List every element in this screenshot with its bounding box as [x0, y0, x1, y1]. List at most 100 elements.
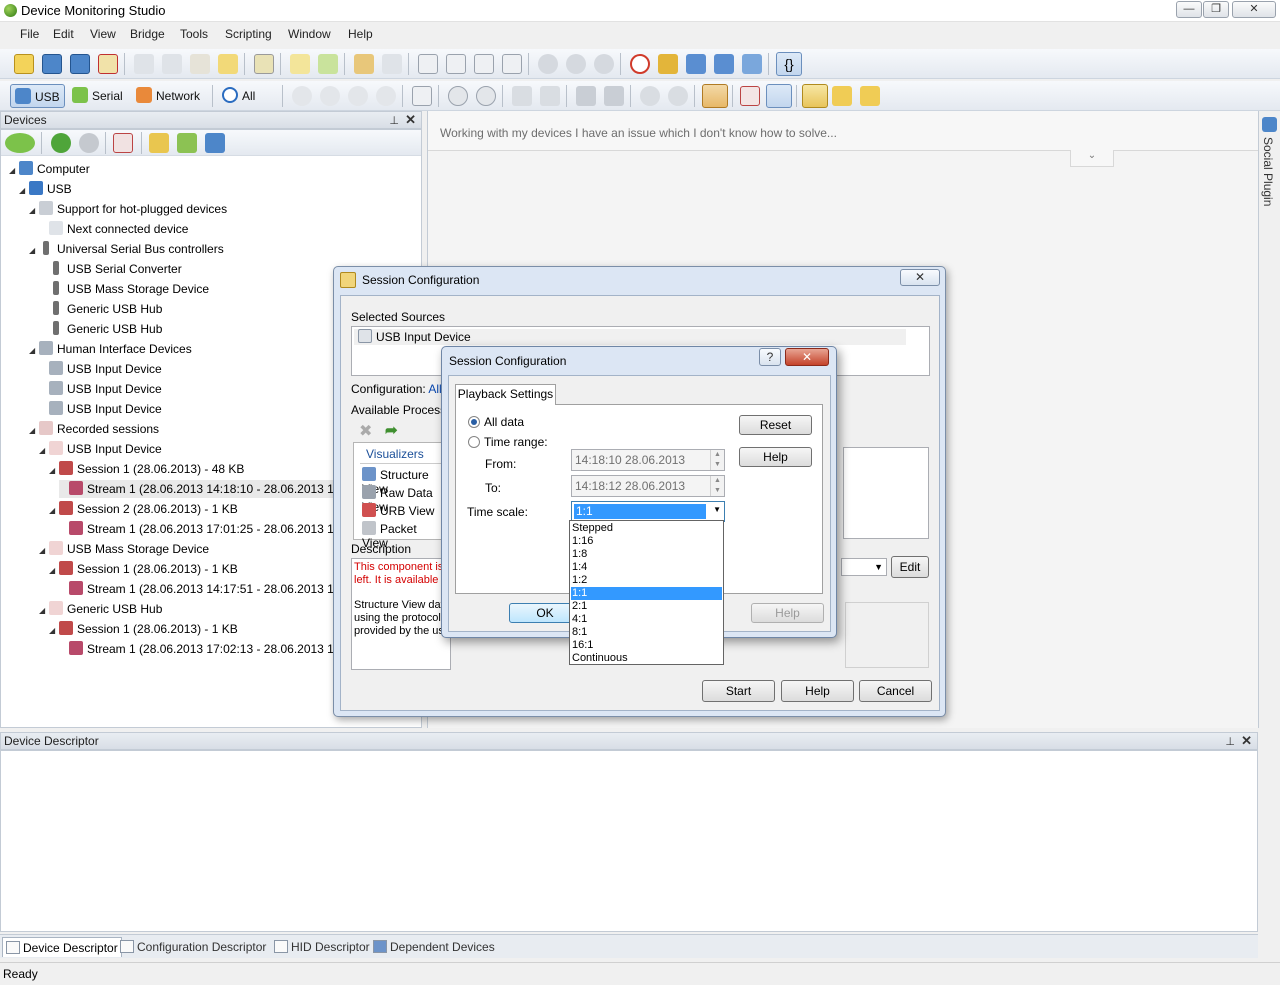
page-icon[interactable]	[474, 54, 494, 74]
time-scale-option[interactable]: 4:1	[571, 613, 722, 626]
tree-node[interactable]: ◢ Support for hot-plugged devices	[29, 200, 227, 218]
tree-node[interactable]: USB Input Device	[39, 380, 162, 398]
tree-node[interactable]: ◢ Session 1 (28.06.2013) - 1 KB	[49, 620, 238, 638]
expand-arrow-icon[interactable]: ◢	[49, 502, 59, 520]
help-button[interactable]: Help	[739, 447, 812, 467]
from-spinner[interactable]: ▲ ▼	[710, 450, 724, 470]
signal-icon[interactable]	[702, 84, 728, 108]
time-scale-option[interactable]: 1:2	[571, 574, 722, 587]
remove-icon[interactable]: ✖	[359, 421, 372, 441]
tree-node[interactable]: ◢ USB Input Device	[39, 440, 162, 458]
window-icon[interactable]	[714, 54, 734, 74]
menu-window[interactable]: Window	[288, 27, 331, 41]
network-node-icon[interactable]	[292, 86, 312, 106]
chevron-down-icon[interactable]: ⌄	[1070, 150, 1114, 167]
tab-playback-settings[interactable]: Playback Settings	[455, 384, 556, 405]
all-data-radio[interactable]: All data	[468, 415, 524, 429]
tree-node[interactable]: USB Serial Converter	[39, 260, 182, 278]
play-icon[interactable]	[538, 54, 558, 74]
expand-arrow-icon[interactable]: ◢	[39, 602, 49, 620]
page-icon[interactable]	[446, 54, 466, 74]
grid-icon[interactable]	[604, 86, 624, 106]
help-button-disabled[interactable]: Help	[751, 603, 824, 623]
back-icon[interactable]	[448, 86, 468, 106]
close-session-icon[interactable]	[98, 54, 118, 74]
to-field[interactable]: 14:18:12 28.06.2013 ▲ ▼	[571, 475, 725, 497]
page-icon[interactable]	[502, 54, 522, 74]
tree-node[interactable]: Stream 1 (28.06.2013 14:17:51 - 28.06.20…	[59, 580, 344, 598]
menu-bridge[interactable]: Bridge	[130, 27, 165, 41]
expand-arrow-icon[interactable]: ◢	[29, 242, 39, 260]
social-plugin-tab[interactable]: Social Plugin	[1258, 111, 1280, 728]
import-icon[interactable]	[318, 54, 338, 74]
menu-tools[interactable]: Tools	[180, 27, 208, 41]
tree-node[interactable]: ◢ Recorded sessions	[29, 420, 159, 438]
time-scale-option[interactable]: 2:1	[571, 600, 722, 613]
time-scale-option[interactable]: 1:4	[571, 561, 722, 574]
expand-arrow-icon[interactable]: ◢	[29, 202, 39, 220]
time-scale-option[interactable]: Stepped	[571, 522, 722, 535]
waveform-icon[interactable]	[740, 86, 760, 106]
expand-arrow-icon[interactable]: ◢	[9, 162, 19, 180]
serial-source-button[interactable]: Serial	[68, 84, 127, 108]
stop-icon[interactable]	[594, 54, 614, 74]
restore-button[interactable]: ❐	[1203, 1, 1229, 18]
tree-node[interactable]: ◢ Session 1 (28.06.2013) - 48 KB	[49, 460, 244, 478]
tree-node[interactable]: Next connected device	[39, 220, 188, 238]
tree-node[interactable]: ◢ USB	[19, 180, 72, 198]
pin-icon[interactable]: ⊥	[1225, 734, 1235, 750]
tree-node[interactable]: ◢ Generic USB Hub	[39, 600, 162, 618]
waveform-selected-icon[interactable]	[766, 84, 792, 108]
network-node-icon[interactable]	[376, 86, 396, 106]
question-box[interactable]: Working with my devices I have an issue …	[428, 111, 1258, 151]
copy-icon[interactable]	[162, 54, 182, 74]
minimize-button[interactable]: —	[1176, 1, 1202, 18]
cancel-button[interactable]: Cancel	[859, 680, 932, 702]
cut-icon[interactable]	[134, 54, 154, 74]
to-spinner[interactable]: ▲ ▼	[710, 476, 724, 496]
network-node-icon[interactable]	[320, 86, 340, 106]
menu-scripting[interactable]: Scripting	[225, 27, 272, 41]
dialog-close-button[interactable]: ✕	[785, 348, 829, 366]
start-button[interactable]: Start	[702, 680, 775, 702]
find-icon[interactable]	[254, 54, 274, 74]
new-session-icon[interactable]	[14, 54, 34, 74]
edit-button[interactable]: Edit	[891, 556, 929, 578]
tree-node[interactable]: ◢ Universal Serial Bus controllers	[29, 240, 224, 258]
processing-select[interactable]: ▼	[841, 558, 887, 576]
expand-arrow-icon[interactable]: ◢	[39, 542, 49, 560]
source-row[interactable]: USB Input Device	[354, 329, 906, 345]
tree-node[interactable]: USB Input Device	[39, 360, 162, 378]
menu-file[interactable]: File	[20, 27, 39, 41]
document-icon[interactable]	[412, 86, 432, 106]
usb-source-button[interactable]: USB	[10, 84, 65, 108]
from-field[interactable]: 14:18:10 28.06.2013 ▲ ▼	[571, 449, 725, 471]
close-window-button[interactable]: ✕	[1232, 1, 1276, 18]
time-scale-select[interactable]: 1:1 ▼	[571, 501, 725, 522]
all-source-button[interactable]: All	[218, 84, 259, 108]
paste-icon[interactable]	[190, 54, 210, 74]
time-scale-option[interactable]: Continuous	[571, 652, 722, 665]
visualizer-urb-view[interactable]: URB View	[362, 503, 434, 518]
tree-node[interactable]: Generic USB Hub	[39, 300, 162, 318]
tree-node[interactable]: Stream 1 (28.06.2013 14:18:10 - 28.06.20…	[59, 480, 350, 498]
cluster-icon[interactable]	[640, 86, 660, 106]
export-icon[interactable]	[290, 54, 310, 74]
monitor-icon[interactable]	[686, 54, 706, 74]
chart-filter-icon[interactable]	[540, 86, 560, 106]
tree-node[interactable]: Generic USB Hub	[39, 320, 162, 338]
menu-view[interactable]: View	[90, 27, 116, 41]
close-panel-icon[interactable]: ✕	[1241, 733, 1252, 749]
session-icon[interactable]	[113, 133, 133, 153]
grid-icon[interactable]	[576, 86, 596, 106]
time-scale-option[interactable]: 1:1	[571, 587, 722, 600]
tool-disabled-icon[interactable]	[382, 54, 402, 74]
import-folder-icon[interactable]	[860, 86, 880, 106]
tree-node[interactable]: ◢ Computer	[9, 160, 90, 178]
expand-arrow-icon[interactable]: ◢	[29, 342, 39, 360]
network-source-button[interactable]: Network	[132, 84, 204, 108]
expand-arrow-icon[interactable]: ◢	[49, 562, 59, 580]
add-icon[interactable]	[149, 133, 169, 153]
tool-icon[interactable]	[354, 54, 374, 74]
forward-icon[interactable]	[476, 86, 496, 106]
